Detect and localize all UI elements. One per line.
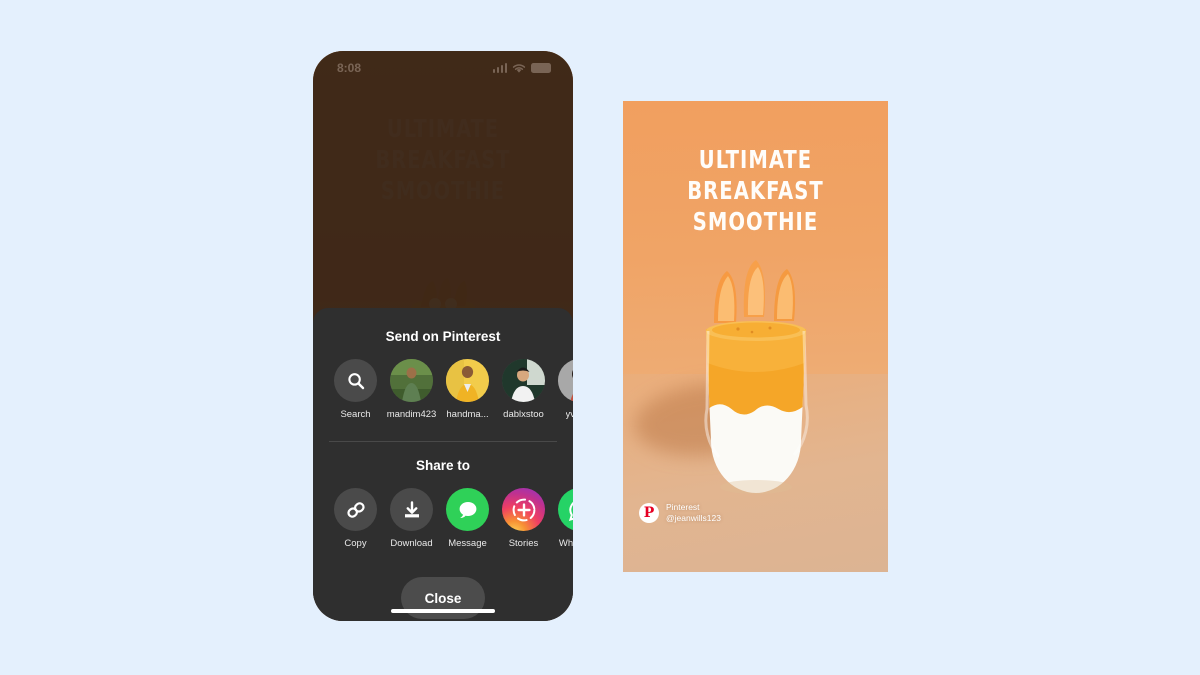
status-bar-icons (492, 63, 551, 74)
share-item-stories[interactable]: Stories (502, 488, 545, 549)
avatar[interactable] (502, 359, 545, 402)
share-item-whatsapp[interactable]: WhatsA... (558, 488, 573, 549)
message-button[interactable] (446, 488, 489, 531)
send-item-label: Search (340, 409, 371, 420)
send-item-label: yvon... (565, 409, 574, 420)
status-bar: 8:08 (313, 51, 573, 85)
pin-attribution-text: Pinterest @jeanwills123 (666, 502, 721, 524)
send-item-handma[interactable]: handma... (446, 359, 489, 420)
pin-attribution-handle: @jeanwills123 (666, 513, 721, 523)
send-item-label: handma... (446, 409, 489, 420)
phone-mockup: ULTIMATE BREAKFAST SMOOTHIE 8:08 Send on… (313, 51, 573, 621)
copy-link-button[interactable] (334, 488, 377, 531)
whatsapp-icon (568, 501, 573, 521)
send-section-title: Send on Pinterest (385, 329, 501, 344)
share-item-label: Stories (508, 538, 539, 549)
send-item-mandim423[interactable]: mandim423 (387, 359, 436, 420)
avatar-image (446, 359, 489, 402)
status-bar-time: 8:08 (337, 61, 362, 75)
send-item-dablxstoo[interactable]: dablxstoo (502, 359, 545, 420)
avatar[interactable] (390, 359, 433, 402)
pin-title-line-1: ULTIMATE (698, 145, 813, 174)
pinterest-logo-icon: P (639, 503, 659, 523)
download-button[interactable] (390, 488, 433, 531)
pin-title: ULTIMATE BREAKFAST SMOOTHIE (640, 144, 871, 237)
instagram-stories-button[interactable] (502, 488, 545, 531)
share-item-label: Download (390, 538, 433, 549)
share-to-row[interactable]: Copy Download Message Stories Wh (313, 488, 573, 549)
whatsapp-button[interactable] (558, 488, 573, 531)
send-on-pinterest-row[interactable]: Search mandim423 handma... dablxstoo y (313, 359, 573, 420)
search-icon (347, 372, 364, 389)
avatar-image (502, 359, 545, 402)
share-item-label: WhatsA... (558, 538, 573, 549)
share-sheet: Send on Pinterest Search mandim423 handm… (313, 308, 573, 621)
pin-preview-card[interactable]: ULTIMATE BREAKFAST SMOOTHIE P Pinterest … (623, 101, 888, 572)
section-divider (329, 441, 557, 442)
instagram-stories-icon (512, 498, 535, 521)
avatar-image (558, 359, 573, 402)
share-item-copy[interactable]: Copy (334, 488, 377, 549)
send-item-label: mandim423 (386, 409, 437, 420)
home-indicator[interactable] (391, 609, 495, 613)
avatar[interactable] (446, 359, 489, 402)
share-item-download[interactable]: Download (390, 488, 433, 549)
send-item-search[interactable]: Search (334, 359, 377, 420)
share-section-title: Share to (415, 458, 470, 473)
search-button[interactable] (334, 359, 377, 402)
pin-title-line-2: BREAKFAST (687, 176, 824, 205)
pin-attribution-brand: Pinterest (666, 502, 700, 512)
link-icon (346, 501, 365, 518)
battery-icon (531, 63, 551, 73)
avatar[interactable] (558, 359, 573, 402)
avatar-image (390, 359, 433, 402)
pin-title-line-3: SMOOTHIE (692, 207, 819, 236)
download-icon (404, 500, 419, 517)
send-item-yvon[interactable]: yvon... (558, 359, 573, 420)
share-item-message[interactable]: Message (446, 488, 489, 549)
send-item-label: dablxstoo (503, 409, 544, 420)
message-bubble-icon (459, 501, 476, 518)
signal-bars-icon (492, 63, 507, 73)
wifi-icon (512, 63, 526, 73)
share-item-label: Message (448, 538, 487, 549)
share-item-label: Copy (344, 538, 367, 549)
smoothie-glass-graphic (703, 260, 809, 494)
pin-attribution[interactable]: P Pinterest @jeanwills123 (639, 502, 721, 524)
